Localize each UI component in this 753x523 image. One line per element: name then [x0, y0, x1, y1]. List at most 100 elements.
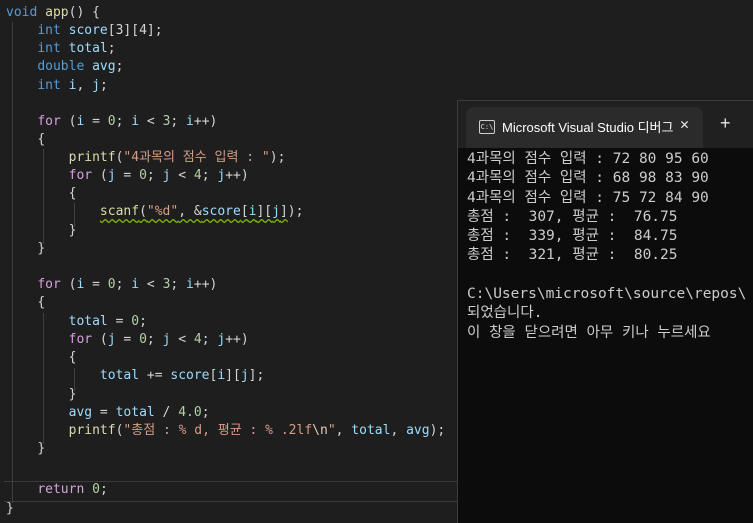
code-token: ;: [115, 277, 132, 292]
code-line[interactable]: }: [6, 240, 45, 258]
code-line[interactable]: {: [6, 131, 45, 149]
code-token: ;: [201, 168, 218, 183]
code-token: for: [37, 277, 61, 292]
code-line[interactable]: }: [6, 500, 14, 518]
code-token: i: [131, 114, 140, 129]
code-line[interactable]: int total;: [6, 40, 116, 58]
code-token: [: [240, 204, 249, 219]
code-token: ];: [248, 368, 265, 383]
debug-console-window[interactable]: C:\ Microsoft Visual Studio 디버그 ✕ + 4과목의…: [457, 100, 753, 523]
code-token: (: [60, 114, 77, 129]
close-icon[interactable]: ✕: [680, 115, 689, 133]
code-token: 0: [139, 332, 147, 347]
code-line[interactable]: }: [6, 440, 45, 458]
code-line[interactable]: int i, j;: [6, 77, 107, 95]
terminal-line: 되었습니다.: [467, 305, 543, 322]
code-token: i: [131, 277, 140, 292]
code-token: ++): [225, 332, 249, 347]
code-token: );: [269, 150, 286, 165]
code-line[interactable]: avg = total / 4.0;: [6, 404, 210, 422]
code-token: 0: [139, 168, 147, 183]
code-token: "%d": [146, 204, 179, 219]
code-line[interactable]: for (i = 0; i < 3; i++): [6, 276, 217, 294]
code-line[interactable]: return 0;: [6, 481, 107, 499]
code-token: (: [139, 204, 147, 219]
code-token: app: [45, 5, 69, 20]
code-line[interactable]: for (i = 0; i < 3; i++): [6, 113, 217, 131]
code-token: }: [6, 501, 14, 516]
code-token: =: [84, 277, 108, 292]
code-token: total: [99, 368, 140, 383]
code-token: 0: [107, 114, 116, 129]
code-token: "4과목의 점수 입력 : ": [123, 150, 270, 165]
code-token: (: [92, 332, 108, 347]
code-token: ;: [170, 277, 187, 292]
terminal-tab[interactable]: C:\ Microsoft Visual Studio 디버그 ✕: [466, 107, 703, 148]
code-token: {: [68, 350, 77, 365]
code-token: ;: [115, 114, 132, 129]
code-token: avg: [68, 405, 93, 420]
terminal-line: 4과목의 점수 입력 : 68 98 83 90: [467, 170, 709, 187]
code-token: ,: [76, 78, 93, 93]
code-token: ;: [201, 332, 218, 347]
code-token: for: [68, 332, 93, 347]
code-line[interactable]: {: [6, 349, 77, 367]
code-token: total: [351, 423, 391, 438]
terminal-line: C:\Users\microsoft\source\repos\: [467, 286, 747, 303]
code-line[interactable]: total += score[i][j];: [6, 367, 264, 385]
code-token: j: [272, 204, 280, 219]
code-token: ++): [193, 277, 218, 292]
code-token: ]: [279, 204, 288, 219]
code-token: ][: [256, 204, 273, 219]
code-token: int: [37, 78, 61, 93]
code-token: score: [170, 368, 210, 383]
code-token: }: [68, 387, 77, 402]
terminal-line: 4과목의 점수 입력 : 72 80 95 60: [467, 151, 709, 167]
code-token: 0: [131, 314, 140, 329]
code-line[interactable]: {: [6, 185, 77, 203]
code-token: {: [37, 295, 46, 310]
code-line[interactable]: }: [6, 386, 77, 404]
code-token: j: [217, 168, 226, 183]
code-line[interactable]: for (j = 0; j < 4; j++): [6, 331, 249, 349]
code-token: +=: [139, 368, 171, 383]
terminal-line: 이 창을 닫으려면 아무 키나 누르세요: [467, 324, 711, 341]
code-token: 0: [92, 482, 100, 497]
code-token: ;: [107, 41, 116, 56]
code-token: [3][4];: [107, 23, 163, 38]
code-line[interactable]: for (j = 0; j < 4; j++): [6, 167, 249, 185]
code-line[interactable]: scanf("%d", &score[i][j]);: [6, 203, 304, 221]
code-line[interactable]: void app() {: [6, 4, 100, 22]
code-token: {: [37, 132, 46, 147]
code-line[interactable]: printf("4과목의 점수 입력 : ");: [6, 149, 286, 167]
terminal-output[interactable]: 4과목의 점수 입력 : 72 80 95 60 4과목의 점수 입력 : 68…: [467, 150, 753, 523]
code-token: );: [287, 204, 304, 219]
code-line[interactable]: {: [6, 294, 45, 312]
code-token: for: [68, 168, 93, 183]
code-token: ;: [146, 168, 163, 183]
code-line[interactable]: int score[3][4];: [6, 22, 163, 40]
code-token: int: [37, 41, 61, 56]
code-token: ++): [193, 114, 218, 129]
code-token: j: [240, 368, 249, 383]
code-token: j: [107, 332, 116, 347]
code-line[interactable]: total = 0;: [6, 313, 147, 331]
code-line[interactable]: double avg;: [6, 58, 123, 76]
code-line[interactable]: }: [6, 222, 77, 240]
code-token: {: [68, 186, 77, 201]
new-tab-icon[interactable]: +: [720, 113, 731, 134]
code-token: ": [327, 423, 336, 438]
code-token: <: [170, 332, 194, 347]
code-line[interactable]: printf("총점 : % d, 평균 : % .2lf\n", total,…: [6, 422, 446, 440]
